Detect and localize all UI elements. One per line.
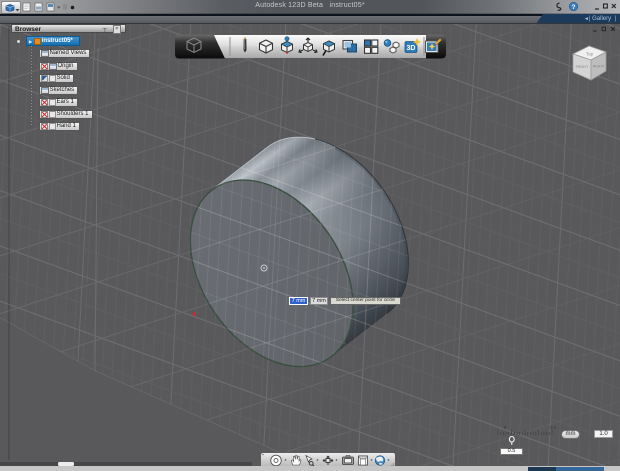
svg-text:FRONT: FRONT bbox=[576, 65, 589, 69]
svg-text:0.5: 0.5 bbox=[550, 425, 556, 430]
svg-text:Top: Top bbox=[586, 52, 594, 57]
svg-text:0: 0 bbox=[504, 425, 507, 430]
svg-text:3D: 3D bbox=[407, 45, 416, 52]
svg-text:RIGHT: RIGHT bbox=[593, 65, 605, 69]
